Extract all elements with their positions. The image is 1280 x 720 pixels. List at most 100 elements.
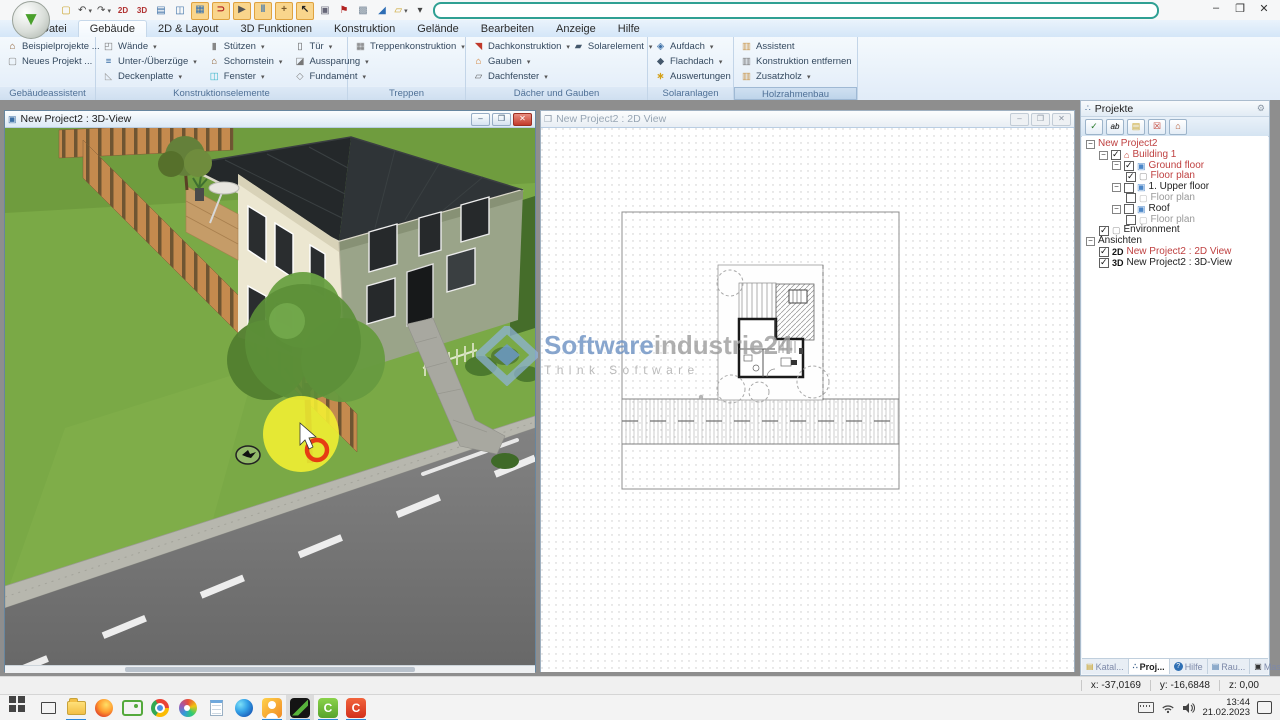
keyboard-icon[interactable]: [1138, 702, 1154, 713]
ribbon-item-zusatzholz[interactable]: ▥Zusatzholz: [739, 69, 852, 84]
visibility-checkbox[interactable]: [1126, 172, 1136, 182]
tree-item-project-root[interactable]: New Project2: [1086, 139, 1268, 150]
tab-konstruktion[interactable]: Konstruktion: [323, 21, 406, 37]
close-button[interactable]: ✕: [1252, 2, 1276, 15]
ribbon-item-auswertungen[interactable]: ∗Auswertungen: [653, 69, 728, 84]
view-2d-icon[interactable]: 2D: [115, 3, 131, 19]
ribbon-item-treppenkonstruktion[interactable]: ▦Treppenkonstruktion: [353, 39, 460, 54]
tab-massenermittlung[interactable]: ▣Mass...: [1250, 659, 1280, 674]
visibility-checkbox[interactable]: [1126, 215, 1136, 225]
scrollbar-thumb[interactable]: [125, 667, 415, 672]
ribbon-item-unterzuege[interactable]: ≡Unter-/Überzüge: [101, 54, 198, 69]
camtasia-button[interactable]: C: [314, 695, 342, 720]
task-view-button[interactable]: [34, 695, 62, 720]
screen-recorder-button[interactable]: [118, 695, 146, 720]
mail-app-button[interactable]: [258, 695, 286, 720]
tab-hilfe[interactable]: Hilfe: [607, 21, 651, 37]
3d-window-titlebar[interactable]: ▣ New Project2 : 3D-View – ❐ ✕: [5, 111, 535, 128]
edge-button[interactable]: [230, 695, 258, 720]
2d-viewport[interactable]: [541, 128, 1074, 672]
2d-maximize-button[interactable]: ❐: [1031, 113, 1050, 126]
rename-icon[interactable]: ab: [1106, 119, 1124, 135]
wifi-icon[interactable]: [1161, 702, 1175, 714]
ribbon-item-aufdach[interactable]: ◈Aufdach: [653, 39, 728, 54]
collapse-icon[interactable]: [1112, 161, 1121, 170]
collapse-icon[interactable]: [1086, 140, 1095, 149]
recorder-button[interactable]: C: [342, 695, 370, 720]
select-mode-icon[interactable]: ▶: [233, 2, 251, 20]
window-2d-view[interactable]: ❐ New Project2 : 2D View – ❐ ✕: [540, 110, 1075, 672]
collapse-icon[interactable]: [1112, 183, 1121, 192]
ribbon-item-solarelement[interactable]: ▰Solarelement: [571, 39, 654, 54]
view-3d-icon[interactable]: 3D: [134, 3, 150, 19]
visibility-checkbox[interactable]: [1126, 193, 1136, 203]
ribbon-item-fenster[interactable]: ◫Fenster: [207, 69, 284, 84]
visibility-checkbox[interactable]: [1124, 161, 1134, 171]
tree-item-floor-plan-upper[interactable]: ▢Floor plan: [1086, 193, 1268, 204]
tab-3d-funktionen[interactable]: 3D Funktionen: [230, 21, 324, 37]
paint-button[interactable]: [174, 695, 202, 720]
tab-raumplaner[interactable]: ▤Rau...: [1208, 659, 1251, 674]
ribbon-item-gauben[interactable]: ⌂Gauben: [471, 54, 571, 69]
minimize-button[interactable]: –: [1204, 2, 1228, 15]
new-document-icon[interactable]: ▢: [58, 3, 74, 19]
start-button[interactable]: [6, 695, 34, 720]
2d-floorplan[interactable]: [541, 128, 1074, 672]
measure-icon[interactable]: +: [275, 2, 293, 20]
collapse-icon[interactable]: [1086, 237, 1095, 246]
window-3d-view[interactable]: ▣ New Project2 : 3D-View – ❐ ✕: [4, 110, 536, 672]
ribbon-item-schornstein[interactable]: ⌂Schornstein: [207, 54, 284, 69]
undo-icon[interactable]: ↶: [77, 3, 93, 19]
visibility-checkbox[interactable]: [1099, 247, 1109, 257]
maximize-button[interactable]: ❐: [1228, 2, 1252, 15]
ribbon-item-stuetzen[interactable]: ▮Stützen: [207, 39, 284, 54]
collapse-icon[interactable]: [1099, 151, 1108, 160]
ribbon-item-deckenplatte[interactable]: ◺Deckenplatte: [101, 69, 198, 84]
open-project-icon[interactable]: ▤: [1127, 119, 1145, 135]
chrome-button[interactable]: [146, 695, 174, 720]
delete-icon[interactable]: ☒: [1148, 119, 1166, 135]
new-layer-icon[interactable]: ▱: [393, 3, 409, 19]
ribbon-item-dachfenster[interactable]: ▱Dachfenster: [471, 69, 571, 84]
tab-hilfe-panel[interactable]: ?Hilfe: [1170, 659, 1208, 674]
file-explorer-button[interactable]: [62, 695, 90, 720]
building-tool-icon[interactable]: ⌂: [1169, 119, 1187, 135]
3d-close-button[interactable]: ✕: [513, 113, 532, 126]
2d-minimize-button[interactable]: –: [1010, 113, 1029, 126]
visibility-checkbox[interactable]: [1124, 183, 1134, 193]
tab-katalog[interactable]: ▤Katal...: [1082, 659, 1129, 674]
tab-gebaeude[interactable]: Gebäude: [78, 20, 147, 37]
tab-bearbeiten[interactable]: Bearbeiten: [470, 21, 545, 37]
tab-gelaende[interactable]: Gelände: [406, 21, 470, 37]
ribbon-item-beispielprojekte[interactable]: ⌂Beispielprojekte ...: [5, 39, 90, 54]
collapse-icon[interactable]: [1112, 205, 1121, 214]
split-horizontal-icon[interactable]: ▤: [153, 3, 169, 19]
roof-tool-icon[interactable]: ⚑: [336, 3, 352, 19]
action-center-icon[interactable]: [1257, 701, 1272, 714]
ribbon-item-waende[interactable]: ◰Wände: [101, 39, 198, 54]
2d-close-button[interactable]: ✕: [1052, 113, 1071, 126]
application-menu-button[interactable]: ▼: [12, 1, 50, 39]
2d-window-titlebar[interactable]: ❐ New Project2 : 2D View – ❐ ✕: [541, 111, 1074, 128]
tree-item-3d-view[interactable]: 3DNew Project2 : 3D-View: [1086, 258, 1268, 269]
qat-overflow-icon[interactable]: ▾: [412, 3, 428, 19]
tab-projekte[interactable]: ∴Proj...: [1129, 659, 1170, 674]
ribbon-item-flachdach[interactable]: ◆Flachdach: [653, 54, 728, 69]
grid-icon[interactable]: ▦: [191, 2, 209, 20]
visibility-checkbox[interactable]: [1099, 226, 1109, 236]
pointer-icon[interactable]: ↖: [296, 2, 314, 20]
tree-item-roof[interactable]: ▣Roof: [1086, 204, 1268, 215]
3d-scene[interactable]: [5, 128, 535, 665]
ribbon-item-dachkonstruktion[interactable]: ◥Dachkonstruktion: [471, 39, 571, 54]
3d-minimize-button[interactable]: –: [471, 113, 490, 126]
tab-2d-layout[interactable]: 2D & Layout: [147, 21, 230, 37]
visibility-checkbox[interactable]: [1124, 204, 1134, 214]
visibility-checkbox[interactable]: [1099, 258, 1109, 268]
3d-horizontal-scrollbar[interactable]: [5, 665, 535, 673]
taskbar-clock[interactable]: 13:44 21.02.2023: [1202, 698, 1250, 718]
terrain-icon[interactable]: ◢: [374, 3, 390, 19]
ribbon-item-neues-projekt[interactable]: ▢Neues Projekt ...: [5, 54, 90, 69]
ribbon-item-konstruktion-entfernen[interactable]: ▥Konstruktion entfernen: [739, 54, 852, 69]
visibility-checkbox[interactable]: [1111, 150, 1121, 160]
3d-viewport[interactable]: [5, 128, 535, 665]
